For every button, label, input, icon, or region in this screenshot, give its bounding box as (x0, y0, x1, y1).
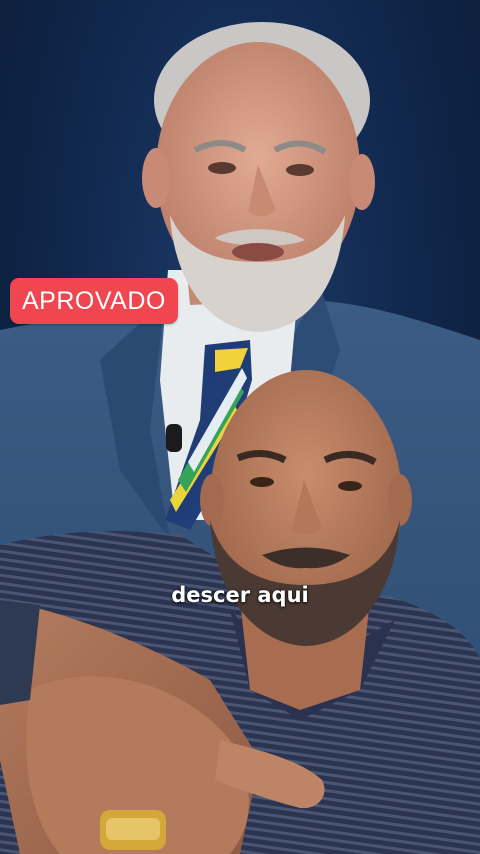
video-frame: APROVADO descer aqui (0, 0, 480, 854)
approved-badge: APROVADO (10, 278, 178, 324)
caption-text: descer aqui (171, 583, 309, 607)
foreground-photo-presenter (0, 370, 480, 854)
